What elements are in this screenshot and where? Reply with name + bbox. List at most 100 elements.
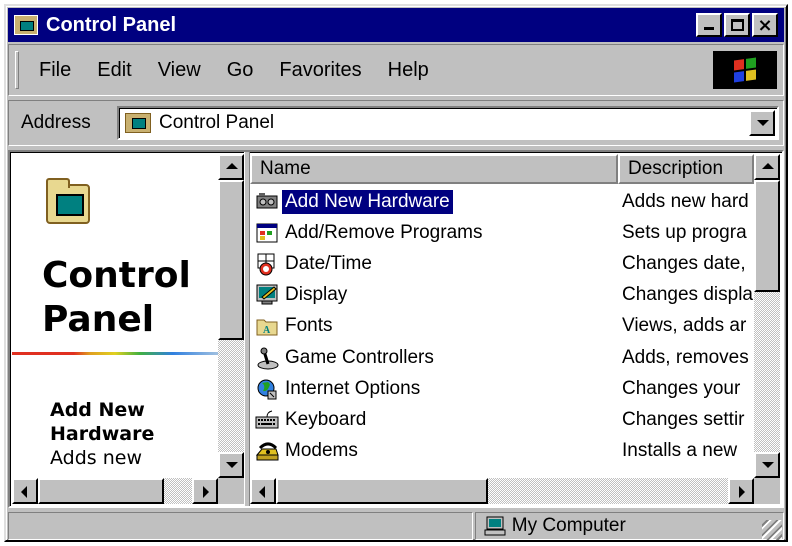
- scroll-up-button[interactable]: [218, 154, 244, 180]
- file-list-pane: Name Description Add New Hardware Adds n…: [250, 154, 780, 506]
- chevron-down-icon: [757, 120, 769, 126]
- arrow-up-icon: [762, 163, 774, 169]
- list-item-name[interactable]: Add/Remove Programs: [282, 221, 618, 245]
- my-computer-icon: [484, 516, 506, 536]
- list-item[interactable]: Game Controllers Adds, removes: [250, 342, 754, 373]
- selected-item-description: Adds new: [50, 447, 142, 469]
- windows-logo-throbber: [713, 51, 777, 89]
- list-header: Name Description: [250, 154, 754, 184]
- list-item[interactable]: Add New Hardware Adds new hard: [250, 186, 754, 217]
- programs-icon: [254, 221, 282, 245]
- left-horizontal-scrollbar[interactable]: [12, 478, 218, 504]
- display-icon: [254, 283, 282, 307]
- list-item-description: Views, adds ar: [622, 315, 747, 337]
- address-field[interactable]: Control Panel: [117, 106, 779, 140]
- selected-item-name: Add New Hardware: [50, 399, 155, 445]
- list-horizontal-scrollbar[interactable]: [250, 478, 754, 504]
- arrow-right-icon: [203, 486, 209, 498]
- scroll-down-button[interactable]: [754, 452, 780, 478]
- list-item-name[interactable]: Internet Options: [282, 377, 618, 401]
- minimize-button[interactable]: [696, 13, 722, 37]
- joystick-icon: [254, 346, 282, 370]
- address-value[interactable]: Control Panel: [159, 112, 274, 134]
- list-item-name[interactable]: Date/Time: [282, 252, 618, 276]
- list-item-description: Installs a new: [622, 440, 738, 462]
- scroll-right-button[interactable]: [728, 478, 754, 504]
- list-item-description: Changes displa: [622, 284, 753, 306]
- column-header-name[interactable]: Name: [250, 154, 618, 184]
- scroll-right-button[interactable]: [192, 478, 218, 504]
- column-header-description[interactable]: Description: [618, 154, 754, 184]
- arrow-left-icon: [259, 486, 265, 498]
- scroll-down-button[interactable]: [218, 452, 244, 478]
- arrow-up-icon: [226, 163, 238, 169]
- scroll-thumb[interactable]: [38, 478, 164, 504]
- status-zone-label: My Computer: [511, 515, 626, 536]
- scroll-up-button[interactable]: [754, 154, 780, 180]
- status-zone: My Computer: [474, 512, 784, 540]
- control-panel-icon: [125, 113, 151, 133]
- list-item[interactable]: Keyboard Changes settir: [250, 404, 754, 435]
- list-item-name[interactable]: Modems: [282, 439, 618, 463]
- list-item-description: Adds, removes: [622, 346, 749, 368]
- scroll-corner: [754, 478, 780, 504]
- web-view-content: Control Panel Add New Hardware Adds new: [12, 154, 218, 478]
- list-item[interactable]: Date/Time Changes date,: [250, 248, 754, 279]
- list-item-name[interactable]: Game Controllers: [282, 346, 618, 370]
- control-panel-window: Control Panel × File Edit View Go Favori…: [4, 4, 788, 542]
- list-item-name[interactable]: Add New Hardware: [282, 189, 453, 214]
- list-item-description: Changes settir: [622, 408, 745, 430]
- list-item-name[interactable]: Keyboard: [282, 408, 618, 432]
- list-vertical-scrollbar[interactable]: [754, 154, 780, 478]
- web-view-pane: Control Panel Add New Hardware Adds new: [12, 154, 244, 506]
- svg-text:A: A: [263, 325, 271, 336]
- list-item-description: Changes date,: [622, 252, 746, 274]
- scroll-thumb[interactable]: [754, 180, 780, 292]
- arrow-right-icon: [739, 486, 745, 498]
- list-item[interactable]: Modems Installs a new: [250, 436, 754, 467]
- menu-bar-grip[interactable]: [15, 51, 19, 89]
- address-dropdown-button[interactable]: [749, 110, 775, 136]
- control-panel-icon[interactable]: [14, 15, 38, 35]
- minimize-icon: [704, 27, 714, 30]
- menu-view[interactable]: View: [158, 59, 201, 82]
- list-item-name[interactable]: Display: [282, 283, 618, 307]
- maximize-icon: [731, 19, 744, 31]
- menu-edit[interactable]: Edit: [97, 59, 131, 82]
- window-title: Control Panel: [46, 13, 177, 36]
- keyboard-icon: [254, 408, 282, 432]
- menu-bar: File Edit View Go Favorites Help: [8, 44, 784, 96]
- arrow-left-icon: [21, 486, 27, 498]
- scroll-left-button[interactable]: [250, 478, 276, 504]
- list-item-name[interactable]: Fonts: [282, 314, 618, 338]
- list-item[interactable]: A Fonts Views, adds ar: [250, 311, 754, 342]
- windows-flag-icon: [734, 57, 756, 83]
- address-label: Address: [21, 112, 91, 133]
- menu-go[interactable]: Go: [227, 59, 254, 82]
- close-button[interactable]: ×: [752, 13, 778, 37]
- menu-help[interactable]: Help: [388, 59, 429, 82]
- fonts-folder-icon: A: [254, 314, 282, 338]
- title-bar[interactable]: Control Panel ×: [8, 8, 784, 42]
- status-main: [8, 512, 473, 540]
- left-vertical-scrollbar[interactable]: [218, 154, 244, 478]
- list-item[interactable]: Display Changes displa: [250, 280, 754, 311]
- scroll-left-button[interactable]: [12, 478, 38, 504]
- status-bar: My Computer: [8, 512, 784, 542]
- arrow-down-icon: [762, 462, 774, 468]
- menu-file[interactable]: File: [39, 59, 71, 82]
- menu-favorites[interactable]: Favorites: [279, 59, 361, 82]
- globe-icon: [254, 377, 282, 401]
- control-panel-folder-icon: [46, 178, 90, 224]
- hardware-icon: [254, 190, 282, 214]
- scroll-thumb[interactable]: [276, 478, 488, 504]
- scroll-thumb[interactable]: [218, 180, 244, 340]
- maximize-button[interactable]: [724, 13, 750, 37]
- arrow-down-icon: [226, 462, 238, 468]
- list-item[interactable]: Internet Options Changes your: [250, 373, 754, 404]
- scroll-corner: [218, 478, 244, 504]
- resize-grip[interactable]: [762, 520, 782, 540]
- list-item-description: Changes your: [622, 377, 741, 399]
- pane-title: Control Panel: [42, 255, 191, 340]
- list-item[interactable]: Add/Remove Programs Sets up progra: [250, 217, 754, 248]
